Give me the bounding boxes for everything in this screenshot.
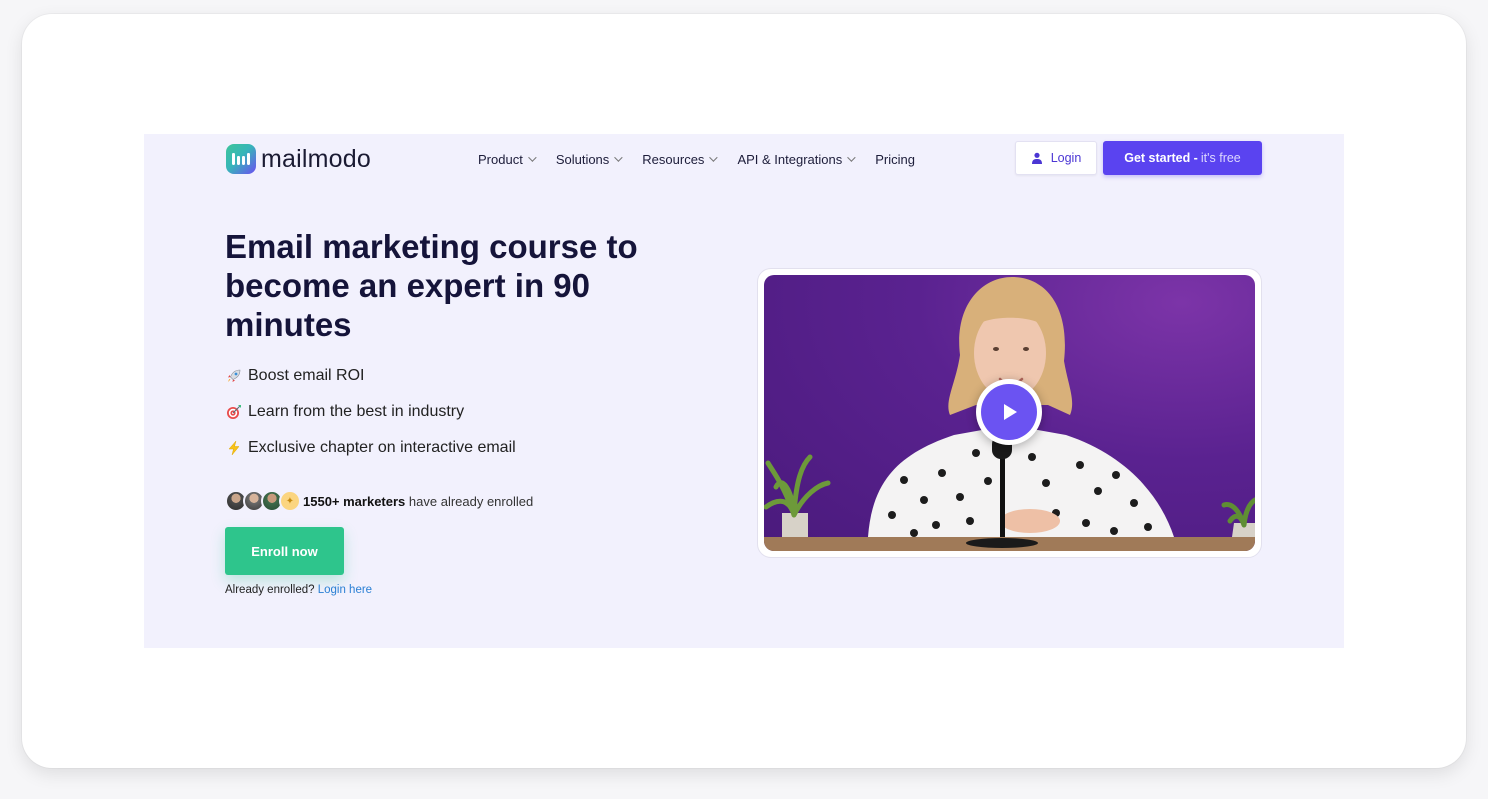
hero-headline: Email marketing course to become an expe… xyxy=(225,228,638,343)
enrolled-count: 1550+ marketers xyxy=(303,493,406,509)
chevron-down-icon xyxy=(614,153,623,162)
play-icon-container xyxy=(981,384,1037,440)
social-proof: ✦ 1550+ marketers have already enrolled xyxy=(225,490,533,512)
play-icon xyxy=(1004,404,1017,420)
nav-api-integrations[interactable]: API & Integrations xyxy=(737,148,856,170)
main-nav: Product Solutions Resources API & Integr… xyxy=(478,148,937,170)
login-label: Login xyxy=(1050,151,1082,165)
nav-product-label: Product xyxy=(478,151,523,167)
mailmodo-logo-icon xyxy=(226,144,256,174)
nav-solutions[interactable]: Solutions xyxy=(555,148,623,170)
video-frame xyxy=(757,268,1262,558)
nav-product[interactable]: Product xyxy=(478,148,537,170)
feature-list: Boost email ROI Learn from the best in i… xyxy=(225,365,516,473)
avatar-group: ✦ xyxy=(225,490,301,512)
login-here-link[interactable]: Login here xyxy=(318,584,372,596)
feature-item: Learn from the best in industry xyxy=(225,401,516,423)
chevron-down-icon xyxy=(527,153,537,162)
get-started-free-label: it's free xyxy=(1200,151,1241,165)
logo-text: mailmodo xyxy=(261,144,371,173)
intro-video[interactable] xyxy=(764,275,1255,551)
play-button[interactable] xyxy=(976,379,1042,445)
mailmodo-logo[interactable]: mailmodo xyxy=(226,144,371,174)
nav-pricing-label: Pricing xyxy=(875,151,915,167)
feature-item: Boost email ROI xyxy=(225,365,516,387)
feature-text: Boost email ROI xyxy=(248,367,365,384)
feature-text: Learn from the best in industry xyxy=(248,403,465,420)
nav-pricing[interactable]: Pricing xyxy=(875,148,915,170)
get-started-label: Get started - xyxy=(1124,151,1198,165)
landing-page: mailmodo Product Solutions Resources API… xyxy=(144,134,1344,648)
enrolled-suffix: have already enrolled xyxy=(408,493,534,509)
chevron-down-icon xyxy=(709,153,719,162)
already-enrolled-text: Already enrolled? xyxy=(225,584,315,596)
lightning-icon xyxy=(225,439,243,457)
already-enrolled: Already enrolled? Login here xyxy=(225,584,372,596)
target-icon xyxy=(225,403,243,421)
feature-item: Exclusive chapter on interactive email xyxy=(225,437,516,459)
sparkle-icon: ✦ xyxy=(279,490,301,512)
social-proof-text: 1550+ marketers have already enrolled xyxy=(303,494,533,509)
nav-resources[interactable]: Resources xyxy=(642,148,719,170)
nav-resources-label: Resources xyxy=(642,151,705,167)
user-icon xyxy=(1031,152,1042,164)
nav-api-label: API & Integrations xyxy=(737,151,843,167)
get-started-button[interactable]: Get started - it's free xyxy=(1103,141,1262,175)
feature-text: Exclusive chapter on interactive email xyxy=(248,439,516,456)
rocket-icon xyxy=(225,367,243,385)
enroll-now-button[interactable]: Enroll now xyxy=(225,527,344,575)
login-button[interactable]: Login xyxy=(1015,141,1097,175)
chevron-down-icon xyxy=(847,153,856,162)
nav-solutions-label: Solutions xyxy=(555,151,610,167)
